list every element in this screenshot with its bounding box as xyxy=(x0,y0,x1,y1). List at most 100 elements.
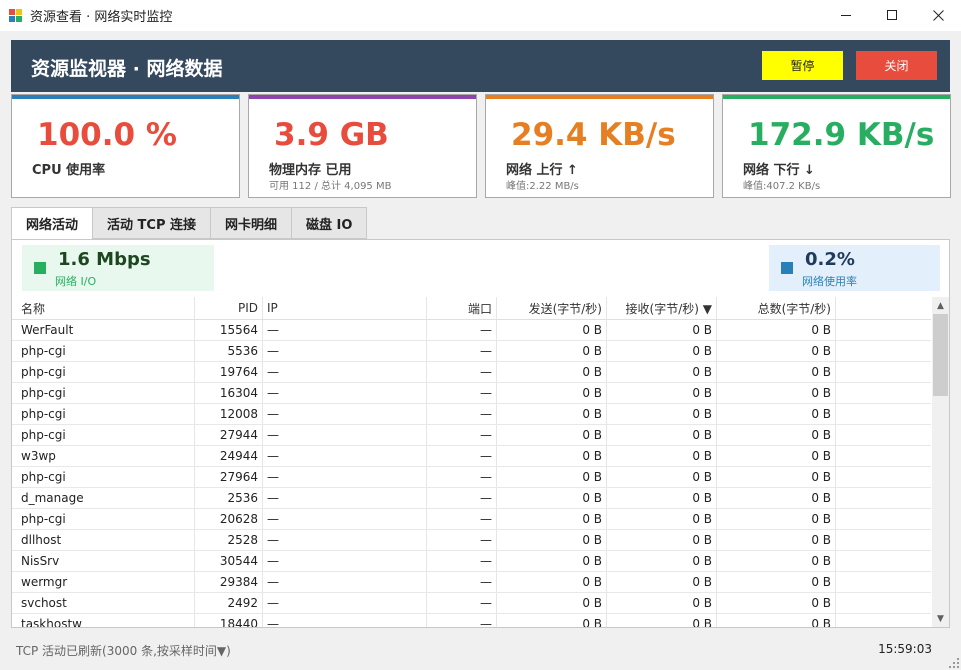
memory-label: 物理内存 已用 xyxy=(269,163,352,178)
network-io-value: 1.6 Mbps xyxy=(58,249,151,270)
scroll-up-icon[interactable]: ▲ xyxy=(932,297,949,314)
cell-total: 0 B xyxy=(717,341,836,361)
cell-total: 0 B xyxy=(717,572,836,592)
table-row[interactable]: php-cgi 27944— —0 B0 B0 B xyxy=(12,425,931,446)
cpu-label: CPU 使用率 xyxy=(32,163,106,178)
table-header: 名称 PID IP 端口 发送(字节/秒) 接收(字节/秒) ▼ 总数(字节/秒… xyxy=(12,297,931,320)
app-header: 资源监视器 · 网络数据 暂停 关闭 xyxy=(11,40,950,92)
cell-total: 0 B xyxy=(717,614,836,627)
table-row[interactable]: NisSrv 30544— —0 B0 B0 B xyxy=(12,551,931,572)
table-row[interactable]: WerFault 15564— —0 B0 B0 B xyxy=(12,320,931,341)
tab-disk-io[interactable]: 磁盘 IO xyxy=(292,207,368,239)
cell-total: 0 B xyxy=(717,383,836,403)
table-row[interactable]: wermgr 29384— —0 B0 B0 B xyxy=(12,572,931,593)
cell-pid: 27944 xyxy=(195,425,263,445)
cell-recv: 0 B xyxy=(607,572,717,592)
network-activity-panel: 1.6 Mbps 网络 I/O 0.2% 网络使用率 名称 PID IP 端口 … xyxy=(11,239,950,628)
col-header-sent[interactable]: 发送(字节/秒) xyxy=(497,297,607,319)
cell-recv: 0 B xyxy=(607,446,717,466)
table-row[interactable]: dllhost 2528— —0 B0 B0 B xyxy=(12,530,931,551)
cell-sent: 0 B xyxy=(497,509,607,529)
cell-recv: 0 B xyxy=(607,467,717,487)
cell-pid: 19764 xyxy=(195,362,263,382)
cell-filler xyxy=(836,614,931,627)
network-usage-label: 网络使用率 xyxy=(802,275,857,288)
vertical-scrollbar[interactable]: ▲ ▼ xyxy=(932,297,949,627)
col-header-pid[interactable]: PID xyxy=(195,297,263,319)
cell-name: d_manage xyxy=(17,488,195,508)
upload-sub: 峰值:2.22 MB/s xyxy=(506,181,579,192)
scroll-down-icon[interactable]: ▼ xyxy=(932,610,949,627)
cell-sent: 0 B xyxy=(497,467,607,487)
cell-sent: 0 B xyxy=(497,425,607,445)
cell-port: — xyxy=(427,446,497,466)
cell-pid: 27964 xyxy=(195,467,263,487)
upload-label: 网络 上行 ↑ xyxy=(506,163,578,178)
cell-total: 0 B xyxy=(717,530,836,550)
cell-sent: 0 B xyxy=(497,530,607,550)
cell-filler xyxy=(836,509,931,529)
cell-port: — xyxy=(427,362,497,382)
cell-sent: 0 B xyxy=(497,341,607,361)
cell-total: 0 B xyxy=(717,467,836,487)
cell-pid: 30544 xyxy=(195,551,263,571)
table-row[interactable]: php-cgi 27964— —0 B0 B0 B xyxy=(12,467,931,488)
minimize-button[interactable] xyxy=(823,0,869,31)
col-header-recv[interactable]: 接收(字节/秒) ▼ xyxy=(607,297,717,319)
cell-total: 0 B xyxy=(717,320,836,340)
pause-button[interactable]: 暂停 xyxy=(762,51,843,80)
cell-sent: 0 B xyxy=(497,551,607,571)
resize-grip-icon[interactable] xyxy=(949,658,959,668)
cell-pid: 2492 xyxy=(195,593,263,613)
table-row[interactable]: php-cgi 12008— —0 B0 B0 B xyxy=(12,404,931,425)
network-io-square-icon xyxy=(34,262,46,274)
cell-sent: 0 B xyxy=(497,593,607,613)
table-row[interactable]: w3wp 24944— —0 B0 B0 B xyxy=(12,446,931,467)
cell-pid: 18440 xyxy=(195,614,263,627)
cell-port: — xyxy=(427,551,497,571)
window-title: 资源查看 · 网络实时监控 xyxy=(30,10,173,25)
cell-filler xyxy=(836,530,931,550)
process-table: 名称 PID IP 端口 发送(字节/秒) 接收(字节/秒) ▼ 总数(字节/秒… xyxy=(12,297,931,627)
table-row[interactable]: php-cgi 19764— —0 B0 B0 B xyxy=(12,362,931,383)
col-header-port[interactable]: 端口 xyxy=(427,297,497,319)
table-row[interactable]: php-cgi 20628— —0 B0 B0 B xyxy=(12,509,931,530)
network-usage-value: 0.2% xyxy=(805,249,855,270)
cell-filler xyxy=(836,551,931,571)
tab-network-activity[interactable]: 网络活动 xyxy=(11,207,94,240)
col-header-name[interactable]: 名称 xyxy=(17,297,195,319)
cell-name: php-cgi xyxy=(17,404,195,424)
cell-pid: 12008 xyxy=(195,404,263,424)
cell-port: — xyxy=(427,593,497,613)
page-title: 资源监视器 · 网络数据 xyxy=(31,58,223,80)
cell-name: php-cgi xyxy=(17,467,195,487)
table-row[interactable]: taskhostw 18440— —0 B0 B0 B xyxy=(12,614,931,627)
cell-ip: — xyxy=(263,383,427,403)
cell-ip: — xyxy=(263,320,427,340)
close-icon xyxy=(932,10,944,21)
cell-filler xyxy=(836,341,931,361)
cell-total: 0 B xyxy=(717,488,836,508)
cell-port: — xyxy=(427,467,497,487)
cell-sent: 0 B xyxy=(497,614,607,627)
table-row[interactable]: php-cgi 5536— —0 B0 B0 B xyxy=(12,341,931,362)
cell-pid: 2536 xyxy=(195,488,263,508)
tab-tcp-connections[interactable]: 活动 TCP 连接 xyxy=(93,207,212,239)
col-header-total[interactable]: 总数(字节/秒) xyxy=(717,297,836,319)
cell-port: — xyxy=(427,572,497,592)
close-window-button[interactable] xyxy=(915,0,961,31)
close-button[interactable]: 关闭 xyxy=(856,51,937,80)
scrollbar-thumb[interactable] xyxy=(933,314,948,396)
maximize-button[interactable] xyxy=(869,0,915,31)
cell-filler xyxy=(836,425,931,445)
table-row[interactable]: php-cgi 16304— —0 B0 B0 B xyxy=(12,383,931,404)
table-row[interactable]: svchost 2492— —0 B0 B0 B xyxy=(12,593,931,614)
tab-nic-details[interactable]: 网卡明细 xyxy=(211,207,293,239)
cell-total: 0 B xyxy=(717,425,836,445)
network-usage-square-icon xyxy=(781,262,793,274)
cell-filler xyxy=(836,320,931,340)
cell-port: — xyxy=(427,614,497,627)
col-header-ip[interactable]: IP xyxy=(263,297,427,319)
network-io-stat: 1.6 Mbps 网络 I/O xyxy=(22,245,214,291)
table-row[interactable]: d_manage 2536— —0 B0 B0 B xyxy=(12,488,931,509)
